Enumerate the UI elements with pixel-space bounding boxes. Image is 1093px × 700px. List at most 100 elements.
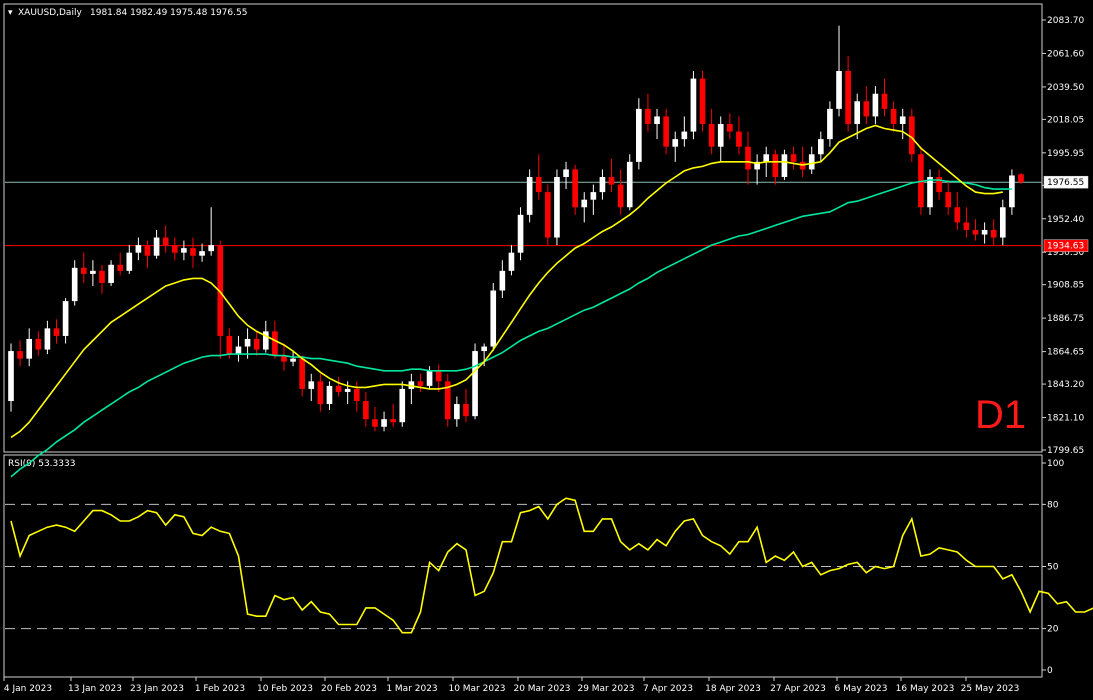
candle-body xyxy=(999,207,1006,238)
candle-body xyxy=(90,270,96,274)
candle-body xyxy=(53,328,60,336)
candle-body xyxy=(581,199,588,208)
candle-body xyxy=(99,270,105,283)
candle-body xyxy=(827,108,833,140)
candle-body xyxy=(626,161,633,208)
candle-body xyxy=(108,264,114,283)
candle-body xyxy=(126,252,133,271)
candle-body xyxy=(17,351,23,359)
candle-body xyxy=(836,71,842,109)
candle-body xyxy=(872,93,879,117)
candle-body xyxy=(708,123,715,147)
candle-body xyxy=(272,331,278,356)
price-tick-label: 1886.75 xyxy=(1047,314,1084,324)
candle-body xyxy=(572,169,578,208)
candle-body xyxy=(454,404,460,420)
candle-body xyxy=(881,93,888,109)
candle-body xyxy=(144,245,151,256)
candle-body xyxy=(508,252,515,271)
rsi-tick-label: 80 xyxy=(1047,500,1059,510)
candle-body xyxy=(654,116,660,124)
candle-body xyxy=(563,169,569,177)
candle-body xyxy=(372,419,378,427)
time-tick-label: 25 May 2023 xyxy=(961,684,1020,694)
candle-body xyxy=(363,401,369,420)
candle xyxy=(545,184,551,246)
candle xyxy=(781,149,788,181)
candle-body xyxy=(963,222,970,230)
candle-body xyxy=(490,290,497,347)
chart-background xyxy=(0,0,1093,700)
candle-body xyxy=(117,264,124,271)
candle xyxy=(636,98,642,170)
candle-body xyxy=(135,245,142,253)
time-tick-label: 7 Apr 2023 xyxy=(643,684,693,694)
price-tick-label: 2083.70 xyxy=(1047,16,1084,26)
header-triangle-icon[interactable]: ▾ xyxy=(8,8,13,18)
time-tick-label: 6 May 2023 xyxy=(835,684,888,694)
symbol-label: XAUUSD,Daily xyxy=(18,8,82,18)
candle-body xyxy=(317,381,324,405)
candle-body xyxy=(590,192,597,200)
candle-body xyxy=(954,207,961,223)
time-tick-label: 16 May 2023 xyxy=(896,684,955,694)
chart-canvas[interactable]: ▾ XAUUSD,Daily 1981.84 1982.49 1975.48 1… xyxy=(0,0,1093,700)
candle-body xyxy=(990,229,997,238)
candle-body xyxy=(417,381,424,386)
candle-body xyxy=(699,78,706,124)
candle-body xyxy=(62,301,69,336)
rsi-tick-label: 0 xyxy=(1047,666,1053,676)
candle-body xyxy=(171,245,178,253)
candle-body xyxy=(927,176,933,208)
candle-body xyxy=(435,370,442,382)
rsi-tick-label: 20 xyxy=(1047,625,1059,635)
rsi-tick-label: 50 xyxy=(1047,563,1059,573)
candle-body xyxy=(344,388,351,392)
candle-body xyxy=(353,388,360,402)
candle-body xyxy=(945,192,952,208)
candle-body xyxy=(599,176,606,193)
candle xyxy=(626,154,633,211)
candle-body xyxy=(290,358,296,362)
candle-body xyxy=(526,176,533,215)
candle-body xyxy=(71,267,78,302)
candle-body xyxy=(617,184,624,208)
candle-body xyxy=(80,267,87,274)
time-tick-label: 1 Feb 2023 xyxy=(195,684,245,694)
time-tick-label: 13 Jan 2023 xyxy=(68,684,122,694)
candle-body xyxy=(808,154,815,170)
candle-body xyxy=(472,351,478,417)
candle-body xyxy=(899,116,906,124)
time-tick-label: 1 Mar 2023 xyxy=(386,684,437,694)
price-tick-label: 1952.40 xyxy=(1047,215,1084,225)
candle-body xyxy=(863,101,870,117)
candle-body xyxy=(663,116,669,147)
price-tick-label: 1799.65 xyxy=(1047,446,1084,456)
candle-body xyxy=(153,237,160,256)
candle-body xyxy=(636,108,642,162)
candle-body xyxy=(972,229,979,235)
candle-body xyxy=(535,176,542,193)
ohlc-values: 1981.84 1982.49 1975.48 1976.55 xyxy=(90,8,247,18)
time-tick-label: 18 Apr 2023 xyxy=(705,684,761,694)
candle xyxy=(690,71,697,140)
candle-body xyxy=(1009,175,1015,208)
price-tick-label: 1908.85 xyxy=(1047,281,1084,291)
candle xyxy=(444,373,451,427)
candle-body xyxy=(199,251,205,256)
candle-body xyxy=(545,192,551,238)
candle-body xyxy=(763,154,770,162)
candle-body xyxy=(463,404,469,417)
candle-body xyxy=(817,139,824,155)
candle-body xyxy=(326,385,333,405)
candle-body xyxy=(26,338,33,359)
candle xyxy=(517,207,524,261)
price-tick-label: 1821.10 xyxy=(1047,414,1084,424)
candle-body xyxy=(672,139,679,147)
candle-body xyxy=(736,131,742,147)
candle-body xyxy=(35,338,42,350)
price-tick-label: 2039.50 xyxy=(1047,83,1084,93)
candle xyxy=(490,282,497,352)
candle-body xyxy=(717,123,724,147)
candle-body xyxy=(517,214,524,253)
